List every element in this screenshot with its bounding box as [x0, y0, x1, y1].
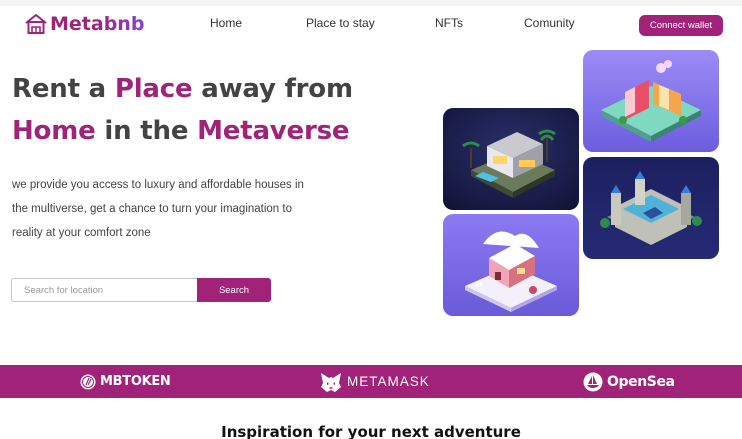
search-input[interactable] — [11, 278, 198, 302]
hero-description: we provide you access to luxury and affo… — [12, 179, 304, 239]
house-icon — [25, 13, 47, 34]
partner-label: METAMASK — [347, 374, 430, 389]
connect-wallet-button[interactable]: Connect wallet — [639, 15, 723, 36]
gallery-image-snow-cabin — [443, 214, 579, 316]
mbtoken-icon — [80, 374, 96, 389]
section-title: Inspiration for your next adventure — [221, 423, 521, 439]
logo-text: Metabnb — [50, 13, 145, 35]
gallery-image-modern-house — [443, 108, 579, 210]
partner-opensea[interactable]: OpenSea — [583, 365, 675, 398]
nav-nfts[interactable]: NFTs — [435, 16, 463, 30]
partner-metamask[interactable]: METAMASK — [319, 365, 430, 398]
hero-title-accent: Home — [12, 116, 96, 146]
gallery-image-castle — [583, 157, 719, 259]
hero-title-accent: Place — [114, 74, 193, 104]
sailboat-icon — [583, 372, 603, 391]
search-button[interactable]: Search — [197, 278, 271, 302]
nav-place-to-stay[interactable]: Place to stay — [306, 16, 375, 30]
partner-mbtoken[interactable]: MBTOKEN — [80, 365, 171, 398]
hero-title-text: Rent a — [12, 74, 115, 104]
nav-home[interactable]: Home — [210, 16, 242, 30]
hero-title-text: in the — [95, 116, 198, 146]
logo[interactable]: Metabnb — [24, 12, 144, 36]
top-strip — [0, 0, 742, 6]
hero-title-accent: Metaverse — [197, 116, 350, 146]
partners-band: MBTOKEN METAMASK OpenSea — [0, 365, 742, 398]
fox-icon — [321, 372, 341, 392]
hero-title-text: away from — [192, 74, 353, 104]
gallery-image-market — [583, 50, 719, 152]
hero-title: Rent a Place away from Home in the Metav… — [12, 68, 353, 152]
partner-label: MBTOKEN — [100, 374, 171, 389]
nav-community[interactable]: Comunity — [524, 16, 575, 30]
partner-label: OpenSea — [607, 373, 675, 390]
